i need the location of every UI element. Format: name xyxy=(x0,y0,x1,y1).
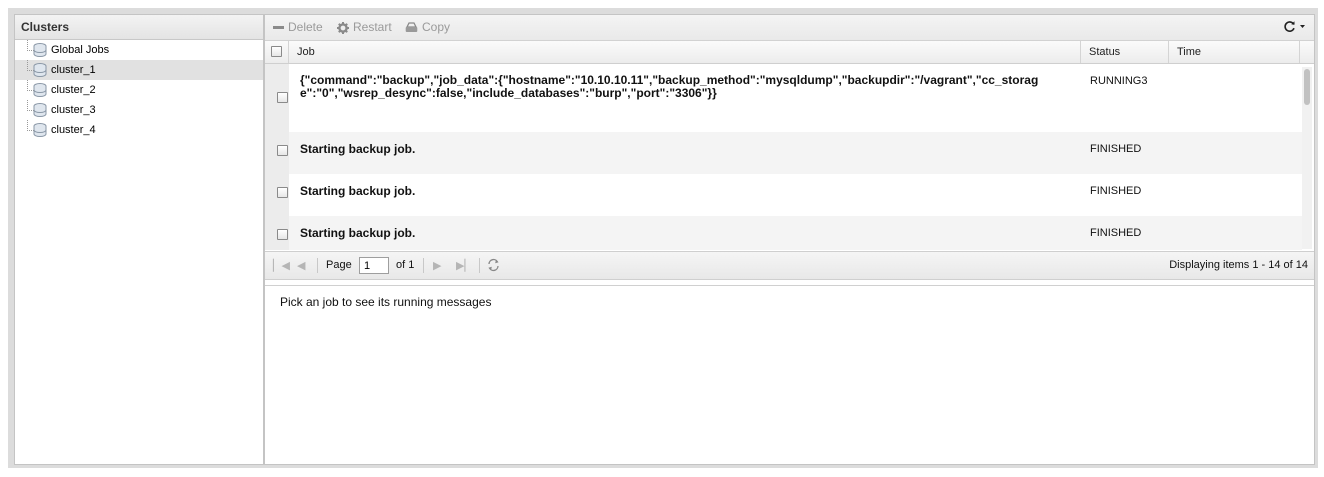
grid-header: Job Status Time xyxy=(265,41,1314,64)
jobs-toolbar: Delete Restart Copy xyxy=(265,15,1314,41)
database-icon xyxy=(33,103,47,118)
delete-label: Delete xyxy=(288,20,323,34)
delete-button[interactable]: Delete xyxy=(273,15,323,40)
job-cell: Starting backup job. xyxy=(300,226,416,240)
tree-item-label: cluster_1 xyxy=(51,64,96,76)
reload-icon[interactable] xyxy=(486,258,501,275)
refresh-menu-button[interactable] xyxy=(1283,20,1306,36)
tree-item-cluster-4[interactable]: cluster_4 xyxy=(15,120,263,140)
tree-item-label: cluster_2 xyxy=(51,84,96,96)
restart-label: Restart xyxy=(353,20,392,34)
first-page-icon[interactable]: ▏◀ xyxy=(273,259,290,272)
refresh-icon xyxy=(1283,21,1295,32)
job-messages-placeholder: Pick an job to see its running messages xyxy=(280,295,492,309)
column-header-job[interactable]: Job xyxy=(289,41,1081,63)
gear-icon xyxy=(337,21,349,34)
tree-item-global-jobs[interactable]: Global Jobs xyxy=(15,40,263,60)
tree-item-label: cluster_3 xyxy=(51,104,96,116)
prev-page-icon[interactable]: ◀ xyxy=(297,259,305,272)
job-cell: Starting backup job. xyxy=(300,184,416,198)
job-messages-panel: Pick an job to see its running messages xyxy=(265,285,1314,464)
pager-display-info: Displaying items 1 - 14 of 14 xyxy=(1169,259,1308,271)
caret-down-icon xyxy=(1300,25,1305,28)
clusters-panel-title: Clusters xyxy=(15,15,263,40)
copy-button[interactable]: Copy xyxy=(405,15,450,40)
clusters-panel: Clusters Global Jobs cluster_1 cluster_2… xyxy=(14,14,264,465)
page-label: Page xyxy=(326,259,352,271)
scroll-thumb[interactable] xyxy=(1304,69,1310,105)
status-cell: FINISHED xyxy=(1090,227,1142,239)
app-frame: Clusters Global Jobs cluster_1 cluster_2… xyxy=(8,8,1318,468)
jobs-panel: Delete Restart Copy Job Status Time {"co… xyxy=(264,14,1315,465)
copy-label: Copy xyxy=(422,20,451,34)
restart-button[interactable]: Restart xyxy=(337,15,392,40)
pager-divider xyxy=(317,258,318,273)
next-page-icon[interactable]: ▶ xyxy=(433,259,441,272)
status-cell: FINISHED xyxy=(1090,185,1142,197)
tree-item-cluster-3[interactable]: cluster_3 xyxy=(15,100,263,120)
tree-item-cluster-1[interactable]: cluster_1 xyxy=(15,60,263,80)
page-of-label: of 1 xyxy=(396,259,415,271)
row-checkbox[interactable] xyxy=(277,229,288,240)
table-row[interactable]: Starting backup job. FINISHED xyxy=(265,216,1302,250)
copy-icon xyxy=(405,22,418,33)
clusters-tree: Global Jobs cluster_1 cluster_2 cluster_… xyxy=(15,40,263,140)
table-row[interactable]: Starting backup job. FINISHED xyxy=(265,132,1302,174)
row-checkbox[interactable] xyxy=(277,92,288,103)
database-icon xyxy=(33,43,47,58)
tree-item-label: Global Jobs xyxy=(51,44,110,56)
job-cell: Starting backup job. xyxy=(300,142,416,156)
column-header-status[interactable]: Status xyxy=(1081,41,1169,63)
pagination-toolbar: ▏◀ ◀ Page 1 of 1 ▶ ▶▏ Displaying items 1… xyxy=(265,251,1314,280)
job-cell: {"command":"backup","job_data":{"hostnam… xyxy=(300,73,1039,100)
grid-scrollbar[interactable] xyxy=(1302,67,1312,249)
row-checkbox[interactable] xyxy=(277,145,288,156)
page-number-input[interactable]: 1 xyxy=(359,257,389,274)
pager-divider xyxy=(423,258,424,273)
pager-divider xyxy=(479,258,480,273)
row-checkbox[interactable] xyxy=(277,187,288,198)
column-header-time[interactable]: Time xyxy=(1169,41,1300,63)
database-icon xyxy=(33,83,47,98)
select-all-checkbox[interactable] xyxy=(271,46,282,57)
status-cell: RUNNING3 xyxy=(1090,75,1148,87)
tree-item-label: cluster_4 xyxy=(51,124,96,136)
table-row[interactable]: Starting backup job. FINISHED xyxy=(265,174,1302,216)
jobs-grid: {"command":"backup","job_data":{"hostnam… xyxy=(265,64,1314,250)
minus-icon xyxy=(273,26,284,30)
select-all-cell xyxy=(265,41,289,63)
last-page-icon[interactable]: ▶▏ xyxy=(456,259,473,272)
database-icon xyxy=(33,123,47,138)
status-cell: FINISHED xyxy=(1090,143,1142,155)
tree-item-cluster-2[interactable]: cluster_2 xyxy=(15,80,263,100)
table-row[interactable]: {"command":"backup","job_data":{"hostnam… xyxy=(265,64,1302,132)
database-icon xyxy=(33,63,47,78)
